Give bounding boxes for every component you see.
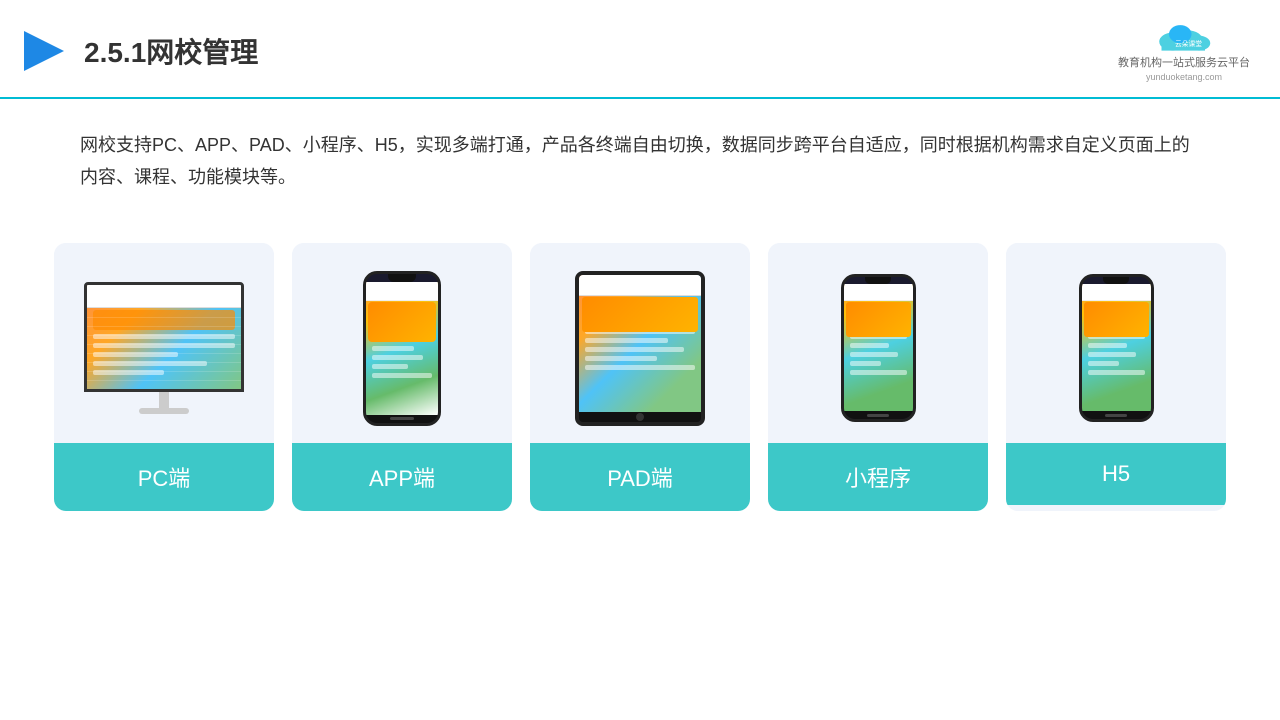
card-label-h5: H5 bbox=[1006, 443, 1226, 505]
card-image-h5 bbox=[1006, 243, 1226, 443]
cards-container: PC端 APP端 bbox=[0, 203, 1280, 541]
tablet-icon bbox=[575, 271, 705, 426]
card-image-pad bbox=[530, 243, 750, 443]
logo-cloud-icon: 云朵课堂 bbox=[1154, 18, 1214, 54]
card-label-pad: PAD端 bbox=[530, 443, 750, 511]
phone-icon bbox=[363, 271, 441, 426]
card-app: APP端 bbox=[292, 243, 512, 511]
card-pc: PC端 bbox=[54, 243, 274, 511]
card-label-app: APP端 bbox=[292, 443, 512, 511]
card-miniapp: 小程序 bbox=[768, 243, 988, 511]
svg-text:云朵课堂: 云朵课堂 bbox=[1175, 39, 1202, 48]
card-image-miniapp bbox=[768, 243, 988, 443]
card-image-app bbox=[292, 243, 512, 443]
header: 2.5.1网校管理 云朵课堂 教育机构一站式服务云平台yunduoketang.… bbox=[0, 0, 1280, 99]
card-h5: H5 bbox=[1006, 243, 1226, 511]
description-text: 网校支持PC、APP、PAD、小程序、H5，实现多端打通，产品各终端自由切换，数… bbox=[80, 129, 1200, 194]
card-label-miniapp: 小程序 bbox=[768, 443, 988, 511]
description: 网校支持PC、APP、PAD、小程序、H5，实现多端打通，产品各终端自由切换，数… bbox=[0, 99, 1280, 194]
logo-tagline: 教育机构一站式服务云平台yunduoketang.com bbox=[1118, 56, 1250, 85]
monitor-icon bbox=[84, 282, 244, 414]
page-title: 2.5.1网校管理 bbox=[84, 31, 258, 71]
header-left: 2.5.1网校管理 bbox=[20, 27, 258, 75]
card-label-pc: PC端 bbox=[54, 443, 274, 511]
play-icon bbox=[20, 27, 68, 75]
mini-phone-icon-1 bbox=[841, 274, 916, 422]
card-pad: PAD端 bbox=[530, 243, 750, 511]
card-image-pc bbox=[54, 243, 274, 443]
mini-phone-icon-2 bbox=[1079, 274, 1154, 422]
logo-area: 云朵课堂 教育机构一站式服务云平台yunduoketang.com bbox=[1118, 18, 1250, 85]
